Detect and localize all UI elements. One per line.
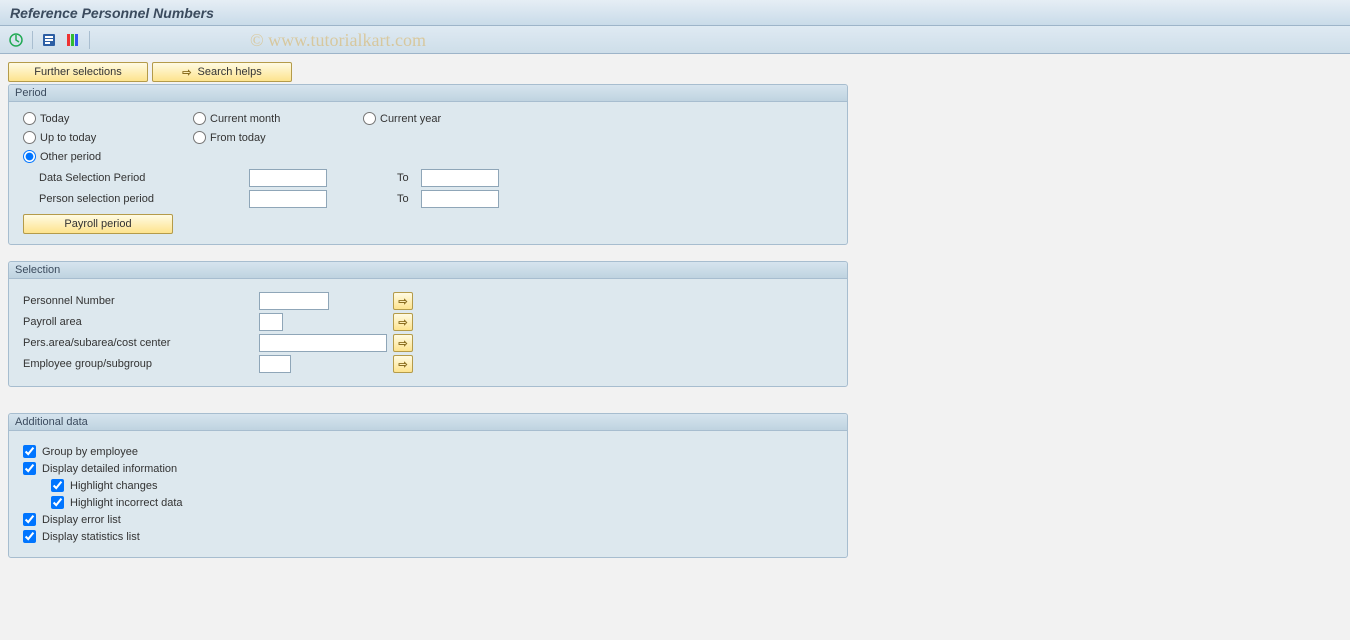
period-radio-grid: Today Current month Current year Up to t… bbox=[23, 112, 833, 163]
chk-display-error-list[interactable]: Display error list bbox=[23, 513, 833, 526]
radio-today[interactable]: Today bbox=[23, 112, 193, 125]
data-selection-from-input[interactable] bbox=[249, 169, 327, 187]
button-label: Search helps bbox=[198, 66, 262, 78]
multiple-selection-button[interactable]: ⇨ bbox=[393, 334, 413, 352]
data-selection-to-input[interactable] bbox=[421, 169, 499, 187]
person-selection-from-input[interactable] bbox=[249, 190, 327, 208]
field-label: Employee group/subgroup bbox=[23, 358, 259, 370]
field-label: Personnel Number bbox=[23, 295, 259, 307]
person-selection-to-input[interactable] bbox=[421, 190, 499, 208]
panel-body: Personnel Number ⇨ Payroll area ⇨ Pers.a… bbox=[9, 279, 847, 386]
multiple-selection-button[interactable]: ⇨ bbox=[393, 292, 413, 310]
separator bbox=[89, 31, 90, 49]
payroll-area-row: Payroll area ⇨ bbox=[23, 313, 833, 331]
variant-icon[interactable] bbox=[39, 30, 59, 50]
person-selection-period-row: Person selection period To bbox=[39, 190, 833, 208]
pers-area-row: Pers.area/subarea/cost center ⇨ bbox=[23, 334, 833, 352]
radio-up-to-today[interactable]: Up to today bbox=[23, 131, 193, 144]
chk-display-detailed[interactable]: Display detailed information bbox=[23, 462, 833, 475]
chk-highlight-changes[interactable]: Highlight changes bbox=[51, 479, 833, 492]
radio-from-today[interactable]: From today bbox=[193, 131, 363, 144]
further-selections-button[interactable]: Further selections bbox=[8, 62, 148, 82]
emp-group-input[interactable] bbox=[259, 355, 291, 373]
period-panel: Period Today Current month Current year … bbox=[8, 84, 848, 245]
color-legend-icon[interactable] bbox=[63, 30, 83, 50]
button-label: Payroll period bbox=[64, 218, 131, 230]
field-label: Payroll area bbox=[23, 316, 259, 328]
page-title: Reference Personnel Numbers bbox=[10, 5, 214, 21]
panel-body: Group by employee Display detailed infor… bbox=[9, 431, 847, 557]
payroll-area-input[interactable] bbox=[259, 313, 283, 331]
emp-group-row: Employee group/subgroup ⇨ bbox=[23, 355, 833, 373]
title-bar: Reference Personnel Numbers bbox=[0, 0, 1350, 26]
selection-panel: Selection Personnel Number ⇨ Payroll are… bbox=[8, 261, 848, 387]
chk-highlight-incorrect[interactable]: Highlight incorrect data bbox=[51, 496, 833, 509]
arrow-right-icon: ⇨ bbox=[182, 66, 191, 79]
chk-display-statistics[interactable]: Display statistics list bbox=[23, 530, 833, 543]
pers-area-input[interactable] bbox=[259, 334, 387, 352]
panel-body: Today Current month Current year Up to t… bbox=[9, 102, 847, 244]
content-area: Further selections ⇨ Search helps Period… bbox=[0, 54, 1350, 582]
field-label: Person selection period bbox=[39, 193, 249, 205]
to-label: To bbox=[397, 172, 421, 184]
field-label: Data Selection Period bbox=[39, 172, 249, 184]
panel-header: Additional data bbox=[9, 414, 847, 431]
separator bbox=[32, 31, 33, 49]
data-selection-period-row: Data Selection Period To bbox=[39, 169, 833, 187]
selection-button-row: Further selections ⇨ Search helps bbox=[8, 62, 1342, 82]
execute-icon[interactable] bbox=[6, 30, 26, 50]
watermark: © www.tutorialkart.com bbox=[250, 30, 426, 51]
personnel-number-row: Personnel Number ⇨ bbox=[23, 292, 833, 310]
chk-group-by-employee[interactable]: Group by employee bbox=[23, 445, 833, 458]
radio-current-year[interactable]: Current year bbox=[363, 112, 533, 125]
radio-current-month[interactable]: Current month bbox=[193, 112, 363, 125]
additional-data-panel: Additional data Group by employee Displa… bbox=[8, 413, 848, 558]
multiple-selection-button[interactable]: ⇨ bbox=[393, 355, 413, 373]
panel-header: Selection bbox=[9, 262, 847, 279]
personnel-number-input[interactable] bbox=[259, 292, 329, 310]
search-helps-button[interactable]: ⇨ Search helps bbox=[152, 62, 292, 82]
field-label: Pers.area/subarea/cost center bbox=[23, 337, 259, 349]
panel-header: Period bbox=[9, 85, 847, 102]
radio-other-period[interactable]: Other period bbox=[23, 150, 533, 163]
multiple-selection-button[interactable]: ⇨ bbox=[393, 313, 413, 331]
app-toolbar: © www.tutorialkart.com bbox=[0, 26, 1350, 54]
to-label: To bbox=[397, 193, 421, 205]
button-label: Further selections bbox=[34, 66, 121, 78]
app-window: Reference Personnel Numbers © www.tutori… bbox=[0, 0, 1350, 640]
payroll-period-button[interactable]: Payroll period bbox=[23, 214, 173, 234]
